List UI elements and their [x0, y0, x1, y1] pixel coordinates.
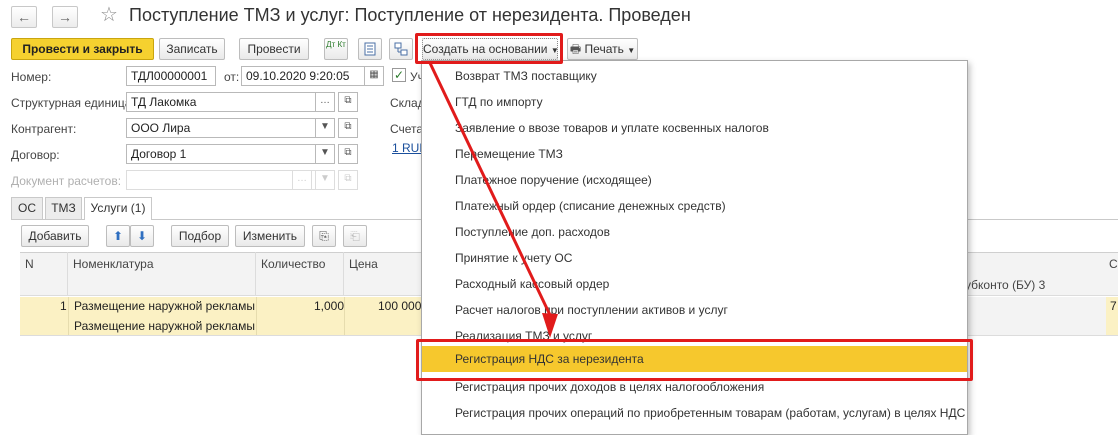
- post-close-button[interactable]: Провести и закрыть: [11, 38, 154, 60]
- settlement-field[interactable]: [126, 170, 316, 190]
- table-row-extra: [960, 297, 1106, 335]
- chevron-down-icon[interactable]: ▼: [315, 170, 335, 190]
- forward-button[interactable]: →: [52, 6, 78, 28]
- contract-field[interactable]: Договор 1: [126, 144, 316, 164]
- number-label: Номер:: [11, 70, 52, 84]
- row-divider: [68, 297, 69, 335]
- counterparty-label: Контрагент:: [11, 122, 77, 136]
- col-header-item[interactable]: Номенклатура: [68, 252, 256, 296]
- add-button[interactable]: Добавить: [21, 225, 89, 247]
- select-button[interactable]: …: [315, 92, 335, 112]
- col-header-right[interactable]: С: [1106, 252, 1118, 296]
- cell-item[interactable]: Размещение наружной рекламы: [74, 299, 255, 313]
- chevron-down-icon[interactable]: ▼: [315, 118, 335, 138]
- col-header-qty[interactable]: Количество: [256, 252, 344, 296]
- menu-item[interactable]: Регистрация прочих доходов в целях налог…: [455, 380, 764, 394]
- back-button[interactable]: ←: [11, 6, 37, 28]
- change-button[interactable]: Изменить: [235, 225, 305, 247]
- struct-field[interactable]: ТД Лакомка: [126, 92, 316, 112]
- col-header-n[interactable]: N: [20, 252, 68, 296]
- copy-icon[interactable]: ⎘: [312, 225, 336, 247]
- annotation-arrow-icon: [428, 62, 558, 338]
- dtkt-icon[interactable]: Дт Кт: [324, 38, 348, 60]
- counterparty-field[interactable]: ООО Лира: [126, 118, 316, 138]
- arrow-up-icon[interactable]: ⬆: [106, 225, 130, 247]
- arrow-left-icon: ←: [17, 9, 31, 25]
- number-field[interactable]: ТДЛ00000001: [126, 66, 216, 86]
- settlement-label: Документ расчетов:: [11, 174, 122, 188]
- col-header-subconto[interactable]: убконто (БУ) 3: [960, 276, 1100, 296]
- tab-os[interactable]: ОС: [11, 197, 43, 219]
- date-field[interactable]: 09.10.2020 9:20:05: [241, 66, 365, 86]
- open-icon[interactable]: ⧉: [338, 118, 358, 138]
- menu-item[interactable]: Регистрация прочих операций по приобрете…: [455, 406, 965, 420]
- date-label: от:: [224, 70, 240, 84]
- calendar-icon[interactable]: ▦: [364, 66, 384, 86]
- cell-right[interactable]: 7: [1110, 299, 1117, 313]
- chevron-down-icon: ▼: [627, 46, 636, 55]
- list-icon[interactable]: [358, 38, 382, 60]
- pick-button[interactable]: Подбор: [171, 225, 229, 247]
- open-icon[interactable]: ⧉: [338, 170, 358, 190]
- row-divider: [256, 297, 257, 335]
- page-title: Поступление ТМЗ и услуг: Поступление от …: [129, 5, 691, 25]
- cell-qty[interactable]: 1,000: [314, 299, 344, 313]
- contract-label: Договор:: [11, 148, 60, 162]
- cell-n[interactable]: 1: [60, 299, 67, 313]
- row-divider: [344, 297, 345, 335]
- arrow-right-icon: →: [58, 9, 72, 25]
- printer-icon: 🖶: [569, 42, 582, 56]
- post-button[interactable]: Провести: [239, 38, 309, 60]
- save-button[interactable]: Записать: [159, 38, 225, 60]
- tab-services[interactable]: Услуги (1): [84, 197, 152, 220]
- print-button[interactable]: 🖶 Печать ▼: [567, 38, 638, 60]
- arrow-down-icon[interactable]: ⬇: [130, 225, 154, 247]
- open-icon[interactable]: ⧉: [338, 92, 358, 112]
- tab-tmz[interactable]: ТМЗ: [45, 197, 82, 219]
- star-icon[interactable]: ☆: [100, 3, 118, 27]
- paste-icon[interactable]: ⎗: [343, 225, 367, 247]
- select-button[interactable]: …: [292, 170, 312, 190]
- chevron-down-icon[interactable]: ▼: [315, 144, 335, 164]
- open-icon[interactable]: ⧉: [338, 144, 358, 164]
- struct-label: Структурная единица:: [11, 96, 135, 110]
- cell-item-secondary[interactable]: Размещение наружной рекламы: [74, 319, 255, 333]
